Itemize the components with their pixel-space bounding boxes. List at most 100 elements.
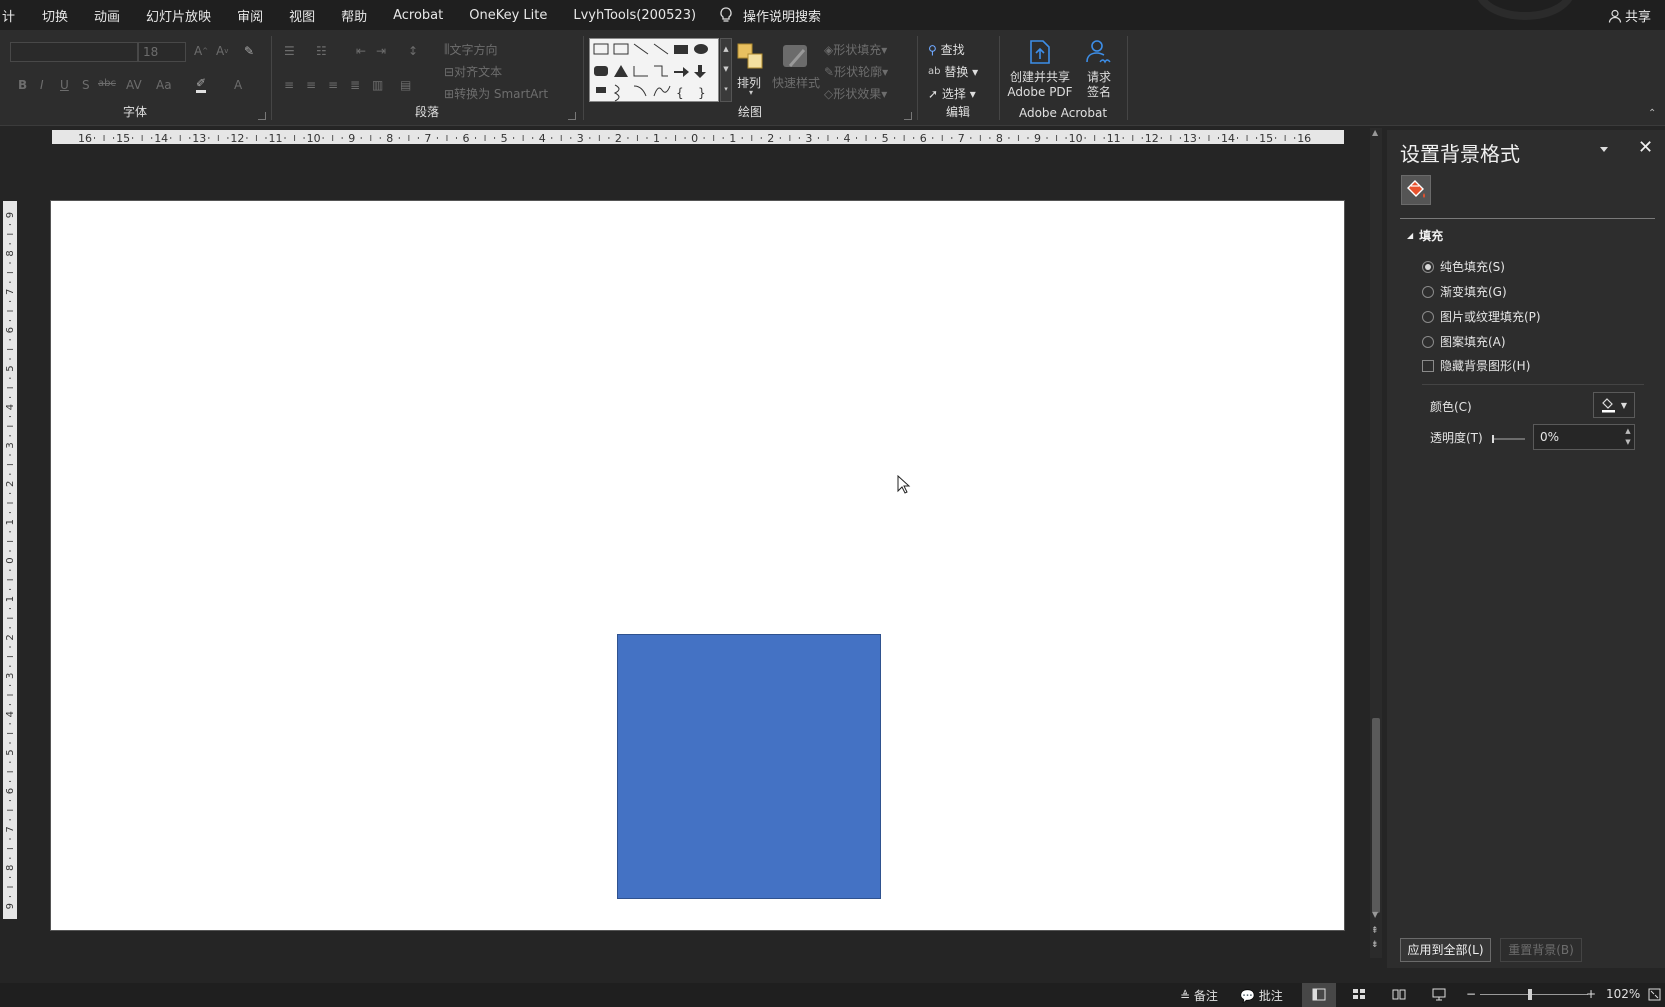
apply-to-all-button[interactable]: 应用到全部(L) — [1400, 938, 1491, 962]
increase-indent-icon[interactable]: ⇥ — [376, 44, 386, 58]
notes-button[interactable]: ≜ 备注 — [1180, 987, 1218, 1004]
decrease-indent-icon[interactable]: ⇤ — [356, 44, 366, 58]
color-picker-button[interactable]: ▼ — [1593, 392, 1635, 418]
scrollbar-thumb[interactable] — [1372, 718, 1380, 913]
fill-section-header[interactable]: ◢ 填充 — [1407, 227, 1443, 244]
text-direction-button[interactable]: ⫼ 文字方向 — [444, 41, 498, 58]
menu-tab-lvyhtools[interactable]: LvyhTools(200523) — [560, 8, 709, 23]
strikethrough-icon[interactable]: abc — [98, 78, 116, 89]
svg-text:{: { — [676, 86, 684, 100]
gallery-scroll[interactable]: ▲ ▼ ▾ — [720, 38, 732, 102]
transparency-value: 0% — [1540, 430, 1560, 444]
transparency-slider[interactable] — [1491, 435, 1525, 443]
font-dialog-launcher-icon[interactable] — [258, 112, 266, 120]
find-button[interactable]: ⚲ 查找 — [928, 41, 965, 58]
menu-tab-help[interactable]: 帮助 — [328, 6, 380, 25]
pattern-fill-radio[interactable] — [1422, 335, 1434, 348]
zoom-out-button[interactable]: − — [1466, 987, 1476, 1001]
menu-tab-design[interactable]: 计 — [0, 6, 29, 25]
paragraph-dialog-launcher-icon[interactable] — [568, 112, 576, 120]
shape-fill-button[interactable]: ◈ 形状填充 ▾ — [824, 41, 887, 58]
bold-icon[interactable]: B — [18, 78, 27, 92]
grow-font-icon[interactable]: A ^ — [194, 44, 208, 58]
gradient-fill-radio[interactable] — [1422, 285, 1434, 298]
menu-tab-review[interactable]: 审阅 — [224, 6, 276, 25]
picture-fill-radio[interactable] — [1422, 310, 1434, 323]
convert-smartart-button[interactable]: ⊞ 转换为 SmartArt — [444, 85, 548, 102]
request-signature-button[interactable]: 请求 签名 — [1078, 38, 1120, 99]
zoom-level[interactable]: 102% — [1606, 987, 1640, 1001]
menu-tab-view[interactable]: 视图 — [276, 6, 328, 25]
solid-fill-option[interactable]: 纯色填充(S) — [1422, 258, 1505, 275]
clear-format-icon[interactable]: ✎ — [244, 44, 254, 58]
shapes-gallery[interactable]: {} — [589, 38, 719, 102]
line-spacing-icon[interactable]: ↕ — [408, 44, 418, 58]
paragraph-group: ☰ ☷ ⇤ ⇥ ↕ ⫼ 文字方向 ⊟ 对齐文本 ⊞ 转换为 SmartArt ≡… — [272, 34, 582, 124]
prev-slide-icon[interactable]: ⇞ — [1371, 926, 1379, 936]
font-name-box[interactable] — [10, 42, 138, 62]
picture-fill-option[interactable]: 图片或纹理填充(P) — [1422, 308, 1541, 325]
reading-view-icon[interactable] — [1392, 988, 1406, 1001]
transparency-spinner[interactable]: ▲ ▼ — [1623, 426, 1633, 448]
zoom-slider-thumb[interactable] — [1528, 989, 1532, 1000]
justify-icon[interactable]: ≣ — [350, 78, 360, 92]
scroll-down-icon[interactable]: ▼ — [1372, 910, 1378, 919]
vertical-scrollbar[interactable]: ▲ ▼ ⇞ ⇟ — [1370, 128, 1382, 958]
numbering-icon[interactable]: ☷ — [316, 44, 327, 58]
underline-icon[interactable]: U — [60, 78, 69, 92]
align-left-icon[interactable]: ≡ — [284, 78, 294, 92]
italic-icon[interactable]: I — [40, 78, 44, 92]
shape-effects-button[interactable]: ◇ 形状效果 ▾ — [824, 85, 887, 102]
hide-bg-graphics-checkbox[interactable] — [1422, 359, 1434, 372]
tell-me-search[interactable]: 操作说明搜索 — [717, 6, 821, 25]
menu-tab-transitions[interactable]: 切换 — [29, 6, 81, 25]
select-button[interactable]: ➚ 选择 ▾ — [928, 85, 976, 102]
solid-fill-radio[interactable] — [1422, 260, 1434, 273]
shrink-font-icon[interactable]: Av — [216, 44, 228, 58]
hide-bg-graphics-option[interactable]: 隐藏背景图形(H) — [1422, 357, 1530, 374]
close-icon[interactable]: ✕ — [1638, 137, 1653, 158]
scroll-up-icon[interactable]: ▲ — [1372, 128, 1378, 137]
columns-icon[interactable]: ▤ — [400, 78, 411, 92]
slideshow-icon[interactable] — [1432, 988, 1446, 1001]
shadow-icon[interactable]: S — [82, 78, 90, 92]
menu-tab-slideshow[interactable]: 幻灯片放映 — [133, 6, 224, 25]
fit-to-window-icon[interactable] — [1648, 988, 1661, 1001]
align-text-button[interactable]: ⊟ 对齐文本 — [444, 63, 502, 80]
distributed-icon[interactable]: ▥ — [372, 78, 383, 92]
font-color-icon[interactable]: A — [234, 78, 242, 92]
pattern-fill-option[interactable]: 图案填充(A) — [1422, 333, 1506, 350]
convert-smartart-label: 转换为 SmartArt — [454, 87, 549, 101]
share-button[interactable]: 共享 — [1608, 6, 1651, 25]
blue-rectangle-shape[interactable] — [617, 634, 881, 899]
menu-tab-onekey[interactable]: OneKey Lite — [456, 8, 560, 23]
reset-background-button[interactable]: 重置背景(B) — [1500, 938, 1582, 962]
bullets-icon[interactable]: ☰ — [284, 44, 295, 58]
zoom-slider[interactable] — [1480, 994, 1588, 995]
transparency-input[interactable]: 0% — [1533, 424, 1635, 450]
gradient-fill-option[interactable]: 渐变填充(G) — [1422, 283, 1507, 300]
collapse-ribbon-icon[interactable]: ⌃ — [1648, 108, 1656, 119]
font-size-box[interactable]: 18 — [138, 42, 186, 62]
change-case-icon[interactable]: Aa — [156, 78, 172, 92]
menu-tab-animations[interactable]: 动画 — [81, 6, 133, 25]
menu-tab-acrobat[interactable]: Acrobat — [380, 8, 456, 23]
pane-options-chevron-icon[interactable] — [1597, 142, 1611, 156]
replace-button[interactable]: ab 替换 ▾ — [928, 63, 978, 80]
normal-view-button[interactable] — [1302, 983, 1336, 1007]
zoom-in-button[interactable]: + — [1586, 987, 1596, 1001]
char-spacing-icon[interactable]: AV — [126, 78, 142, 92]
slide-sorter-icon[interactable] — [1352, 988, 1366, 1001]
create-share-pdf-button[interactable]: 创建并共享 Adobe PDF — [1006, 38, 1074, 99]
next-slide-icon[interactable]: ⇟ — [1371, 940, 1379, 950]
align-right-icon[interactable]: ≡ — [328, 78, 338, 92]
quick-styles-button[interactable]: 快速样式 — [772, 74, 820, 91]
slide-canvas[interactable] — [51, 201, 1344, 930]
highlight-icon[interactable]: ✐ — [196, 76, 207, 93]
fill-tab[interactable] — [1401, 175, 1431, 205]
drawing-dialog-launcher-icon[interactable] — [904, 112, 912, 120]
ruler-tick-label: 5 — [5, 365, 16, 371]
shape-outline-button[interactable]: ✎ 形状轮廓 ▾ — [824, 63, 888, 80]
align-center-icon[interactable]: ≡ — [306, 78, 316, 92]
comments-button[interactable]: 💬 批注 — [1240, 987, 1283, 1004]
